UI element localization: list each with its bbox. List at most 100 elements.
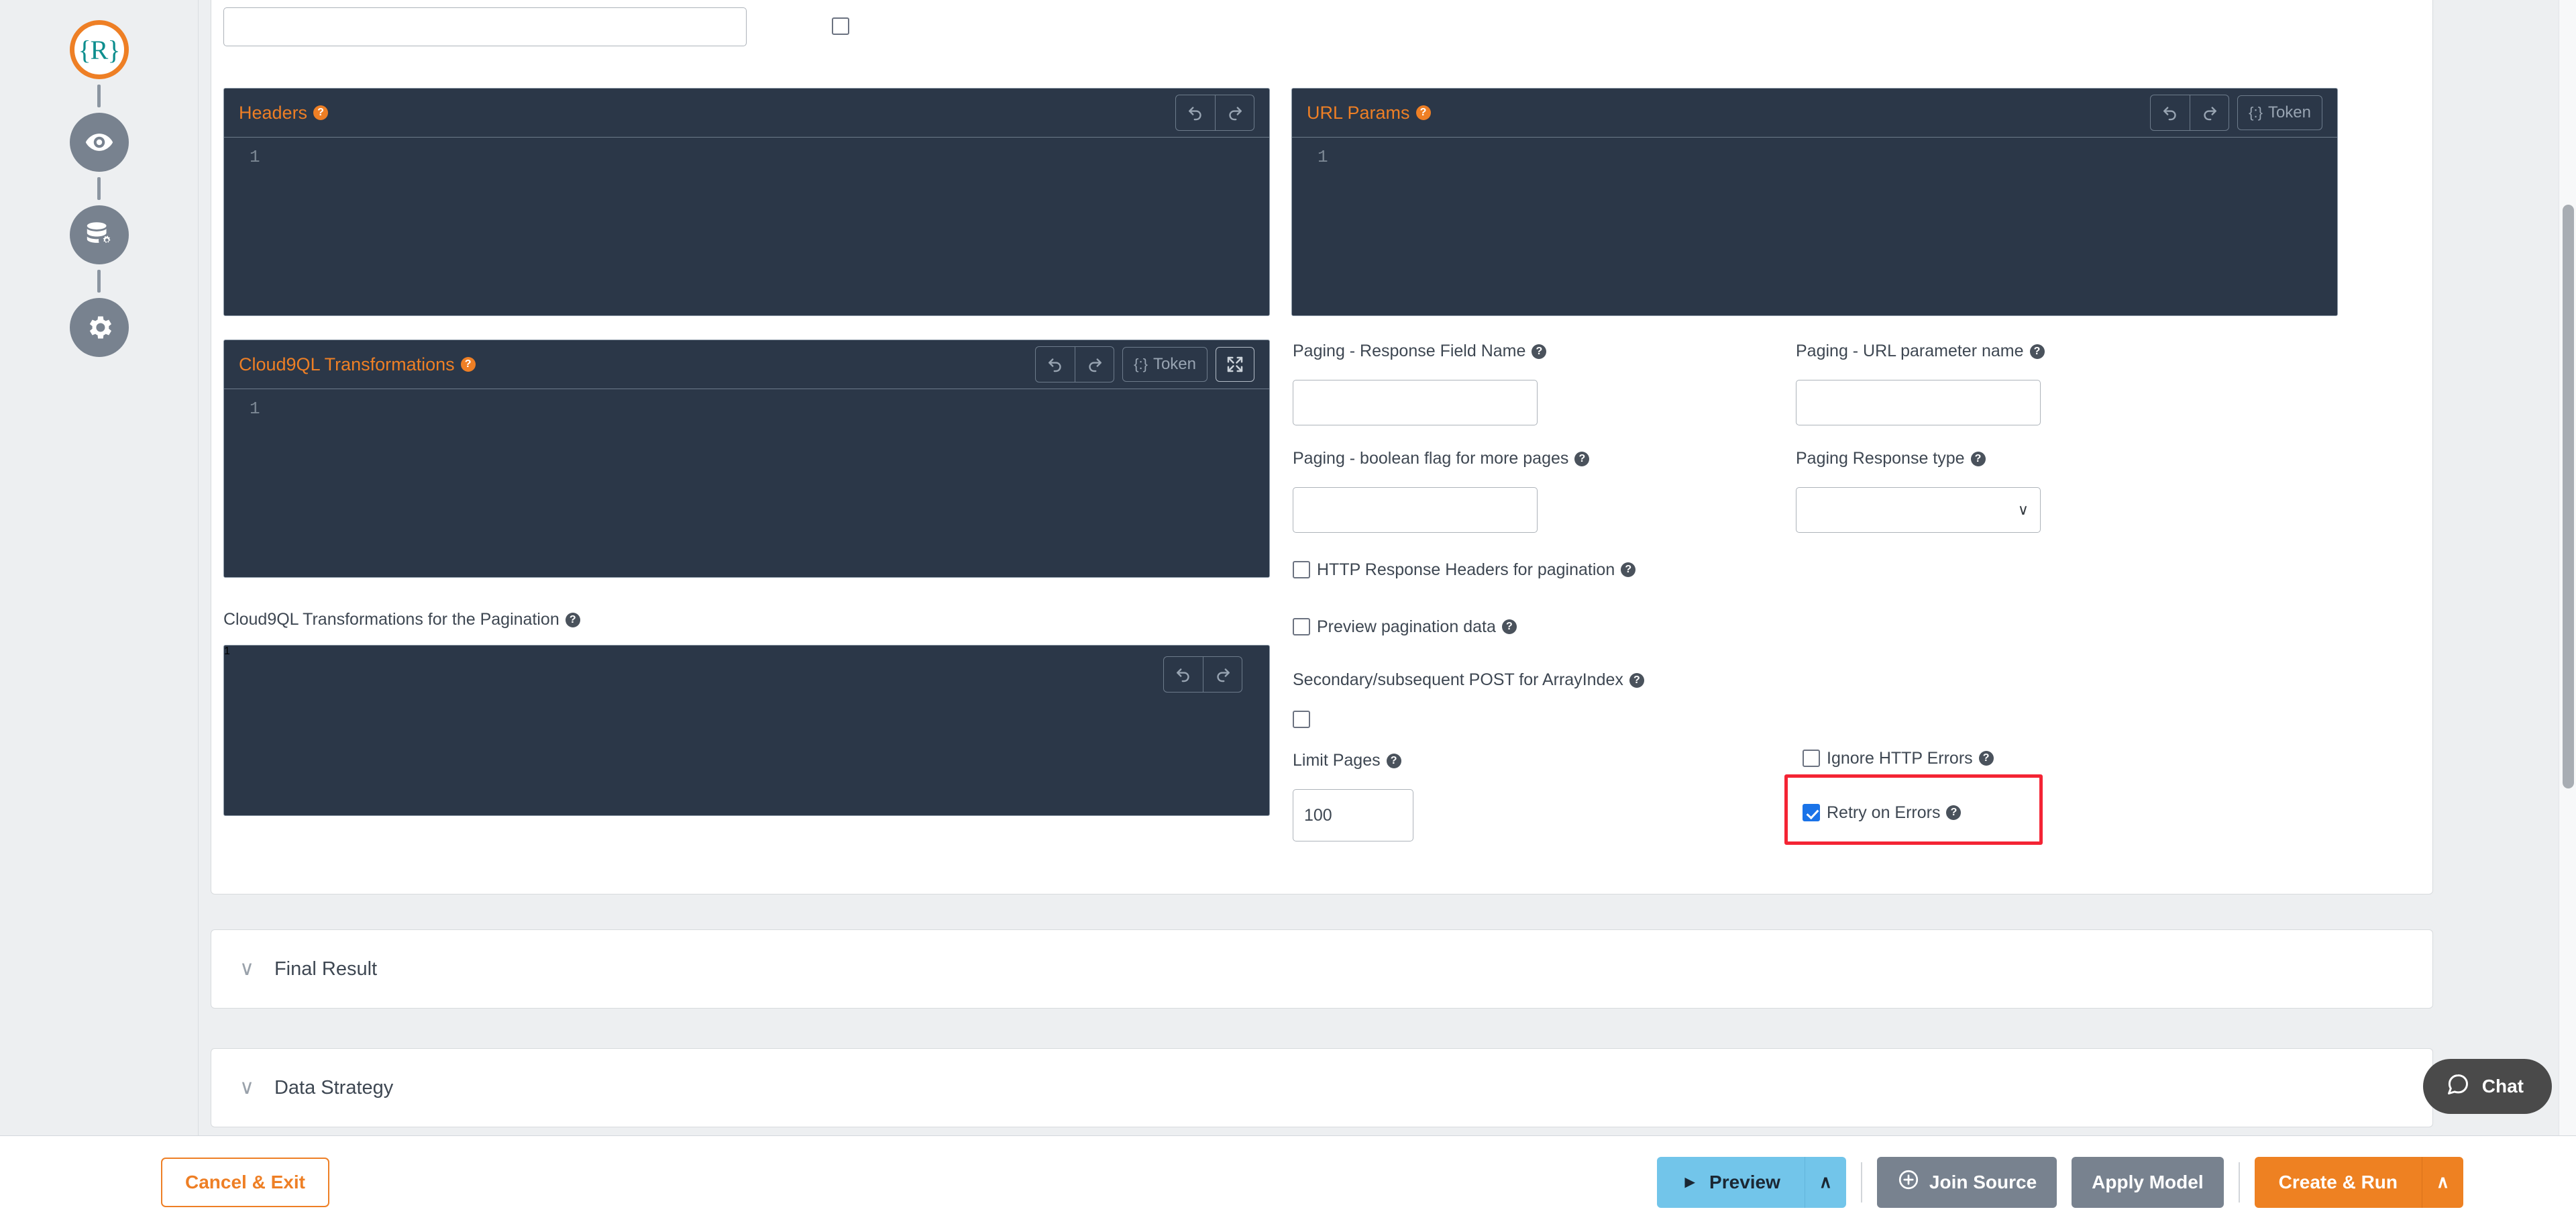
undo-icon[interactable] [2151, 95, 2190, 130]
http-response-headers-checkbox[interactable] [1293, 561, 1310, 578]
play-icon: ► [1681, 1172, 1699, 1192]
cloud9ql-pagination-label-row: Cloud9QL Transformations for the Paginat… [223, 611, 580, 628]
database-gear-icon[interactable] [70, 205, 129, 264]
cloud9ql-title: Cloud9QL Transformations ? [239, 354, 476, 375]
rest-settings-card: Headers ? [211, 0, 2433, 894]
retry-on-errors-checkbox[interactable] [1803, 804, 1820, 821]
cloud9ql-line-number: 1 [250, 399, 260, 419]
rest-braces-logo-icon[interactable]: {R} [70, 20, 129, 79]
expand-icon[interactable] [1216, 347, 1254, 382]
paging-boolean-flag-input[interactable] [1293, 487, 1538, 533]
headers-tools [1175, 95, 1254, 131]
section-data-strategy[interactable]: ∨ Data Strategy [211, 1048, 2433, 1127]
redo-icon[interactable] [1203, 657, 1242, 692]
preview-pagination-data-checkbox[interactable] [1293, 618, 1310, 635]
limit-pages-input[interactable] [1293, 789, 1413, 841]
headers-line-number: 1 [250, 147, 260, 167]
cloud9ql-pagination-tools [1163, 656, 1242, 693]
eye-icon[interactable] [70, 113, 129, 172]
footer-divider [2239, 1162, 2240, 1203]
gear-icon[interactable] [70, 298, 129, 357]
help-icon[interactable]: ? [1387, 754, 1401, 768]
cloud9ql-pagination-editor-panel[interactable]: 1 [223, 645, 1270, 816]
preview-button[interactable]: ► Preview [1657, 1157, 1805, 1208]
paging-response-type-label-row: Paging Response type ? [1796, 450, 1986, 467]
ignore-http-errors-checkbox[interactable] [1803, 750, 1820, 767]
help-icon[interactable]: ? [2030, 344, 2045, 359]
create-run-button[interactable]: Create & Run [2255, 1157, 2422, 1208]
limit-pages-label: Limit Pages [1293, 752, 1381, 769]
vertical-scrollbar-thumb[interactable] [2563, 205, 2574, 788]
retry-on-errors-row[interactable]: Retry on Errors ? [1803, 804, 1961, 821]
rail-connector [97, 177, 101, 200]
help-icon[interactable]: ? [1502, 619, 1517, 634]
url-params-editor-panel: URL Params ? {:} [1291, 88, 2338, 316]
help-icon[interactable]: ? [1574, 452, 1589, 466]
paging-url-parameter-name-label: Paging - URL parameter name [1796, 343, 2024, 360]
top-text-input[interactable] [223, 7, 747, 46]
help-icon[interactable]: ? [461, 357, 476, 372]
help-icon[interactable]: ? [1621, 562, 1635, 577]
app-root: {R} [0, 0, 2576, 1228]
chevron-down-icon: ∨ [239, 959, 254, 979]
chevron-down-icon: ∨ [239, 1078, 254, 1098]
create-run-label: Create & Run [2279, 1172, 2398, 1193]
help-icon[interactable]: ? [1416, 105, 1431, 120]
apply-model-button[interactable]: Apply Model [2072, 1157, 2223, 1208]
headers-title: Headers ? [239, 103, 328, 123]
chevron-up-icon: ∧ [2436, 1172, 2449, 1192]
paging-boolean-flag-label: Paging - boolean flag for more pages [1293, 450, 1568, 467]
paging-response-field-name-input[interactable] [1293, 380, 1538, 425]
http-response-headers-row[interactable]: HTTP Response Headers for pagination ? [1293, 561, 1635, 578]
url-params-line-number: 1 [1318, 147, 1328, 167]
preview-split-button[interactable]: ► Preview ∧ [1657, 1157, 1846, 1208]
help-icon[interactable]: ? [1979, 751, 1994, 766]
preview-pagination-data-row[interactable]: Preview pagination data ? [1293, 618, 1517, 635]
undo-icon[interactable] [1036, 347, 1075, 382]
join-source-button[interactable]: Join Source [1877, 1157, 2057, 1208]
bottom-action-bar: Cancel & Exit ► Preview ∧ Join Source [0, 1135, 2576, 1228]
token-button[interactable]: {:} Token [1122, 347, 1208, 382]
create-run-caret-button[interactable]: ∧ [2422, 1157, 2463, 1208]
cloud9ql-editor-panel: Cloud9QL Transformations ? [223, 340, 1270, 578]
url-params-editor-header: URL Params ? {:} [1292, 89, 2337, 137]
cloud9ql-title-label: Cloud9QL Transformations [239, 354, 455, 375]
secondary-post-checkbox[interactable] [1293, 711, 1310, 728]
headers-editor-panel: Headers ? [223, 88, 1270, 316]
paging-response-field-name-label-row: Paging - Response Field Name ? [1293, 343, 1546, 360]
paging-response-type-label: Paging Response type [1796, 450, 1965, 467]
chevron-up-icon: ∧ [1819, 1172, 1832, 1192]
cloud9ql-code-area[interactable]: 1 [224, 389, 1269, 577]
help-icon[interactable]: ? [1971, 452, 1986, 466]
help-icon[interactable]: ? [1629, 673, 1644, 688]
redo-icon[interactable] [2190, 95, 2229, 130]
cloud9ql-pagination-line-number: 1 [224, 646, 230, 657]
chat-widget-button[interactable]: Chat [2423, 1059, 2552, 1114]
paging-boolean-flag-label-row: Paging - boolean flag for more pages ? [1293, 450, 1589, 467]
ignore-http-errors-row[interactable]: Ignore HTTP Errors ? [1803, 750, 1994, 767]
undo-icon[interactable] [1176, 95, 1215, 130]
paging-response-type-select[interactable] [1796, 487, 2041, 533]
undo-icon[interactable] [1164, 657, 1203, 692]
help-icon[interactable]: ? [1946, 805, 1961, 820]
top-row-checkbox[interactable] [832, 17, 849, 35]
token-button[interactable]: {:} Token [2237, 95, 2322, 130]
section-final-result[interactable]: ∨ Final Result [211, 929, 2433, 1009]
token-label: Token [2268, 103, 2311, 122]
preview-caret-button[interactable]: ∧ [1805, 1157, 1846, 1208]
paging-url-parameter-name-input[interactable] [1796, 380, 2041, 425]
help-icon[interactable]: ? [566, 613, 580, 627]
cancel-exit-button[interactable]: Cancel & Exit [161, 1158, 329, 1207]
ignore-http-errors-label: Ignore HTTP Errors [1827, 750, 1973, 767]
help-icon[interactable]: ? [1532, 344, 1546, 359]
vertical-scrollbar[interactable] [2559, 0, 2576, 1135]
paging-url-parameter-name-label-row: Paging - URL parameter name ? [1796, 343, 2045, 360]
http-response-headers-label: HTTP Response Headers for pagination [1317, 562, 1615, 578]
create-run-split-button[interactable]: Create & Run ∧ [2255, 1157, 2463, 1208]
help-icon[interactable]: ? [313, 105, 328, 120]
url-params-code-area[interactable]: 1 [1292, 137, 2337, 315]
redo-icon[interactable] [1075, 347, 1114, 382]
redo-icon[interactable] [1215, 95, 1254, 130]
headers-code-area[interactable]: 1 [224, 137, 1269, 315]
preview-pagination-data-label: Preview pagination data [1317, 619, 1496, 635]
